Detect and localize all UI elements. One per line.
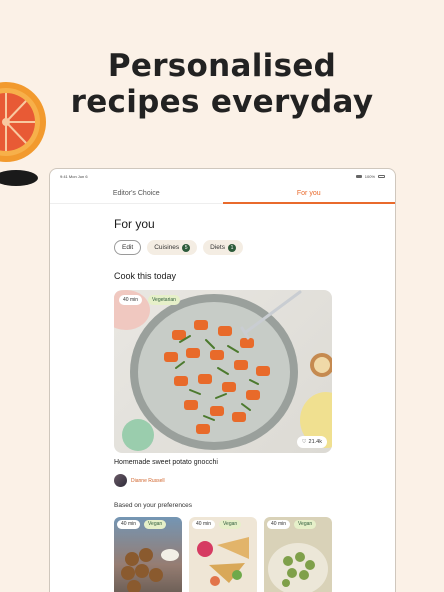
tab-bar: Editor's Choice For you: [50, 184, 395, 204]
time-tag: 40 min: [267, 520, 291, 529]
headline: Personalised recipes everyday: [0, 48, 444, 120]
active-tab-indicator: [223, 202, 395, 204]
grapefruit-illustration: [0, 82, 46, 186]
cook-today-title: Cook this today: [114, 271, 177, 281]
recipe-author[interactable]: Dianne Russell: [114, 474, 334, 487]
status-time: 9:41 Mon Jun 6: [60, 174, 88, 179]
battery-percent: 100%: [364, 174, 375, 179]
like-button[interactable]: ♡ 21.4k: [296, 436, 327, 448]
time-tag: 40 min: [119, 295, 143, 305]
preference-card[interactable]: 40 min Vegan: [189, 517, 257, 592]
preference-card[interactable]: 40 min Vegan: [264, 517, 332, 592]
diet-tag: Vegetarian: [148, 295, 180, 305]
likes-count: 21.4k: [308, 439, 322, 445]
signal-icon: [355, 175, 362, 178]
time-tag: 40 min: [117, 520, 141, 529]
diets-chip[interactable]: Diets 1: [203, 240, 243, 255]
battery-icon: [378, 175, 385, 178]
headline-line-2: recipes everyday: [70, 84, 374, 120]
filter-chips: Edit Cuisines 5 Diets 1: [114, 240, 334, 255]
avatar: [114, 474, 127, 487]
diets-label: Diets: [210, 244, 225, 251]
for-you-content: For you Edit Cuisines 5 Diets 1 Cook thi…: [114, 217, 334, 592]
recipe-photo: [114, 290, 332, 451]
featured-recipe-card[interactable]: 40 min Vegetarian ♡ 21.4k: [114, 290, 332, 453]
tab-editors-choice[interactable]: Editor's Choice: [50, 184, 223, 203]
diet-tag: Vegan: [219, 520, 242, 529]
heart-icon: ♡: [301, 439, 307, 445]
headline-line-1: Personalised: [107, 48, 337, 84]
diets-count-badge: 1: [227, 243, 236, 252]
author-name: Dianne Russell: [131, 477, 165, 484]
preference-card[interactable]: 40 min Vegan: [114, 517, 182, 592]
preferences-title: Based on your preferences: [114, 502, 193, 509]
page-title: For you: [114, 217, 155, 231]
status-bar: 9:41 Mon Jun 6 100%: [50, 169, 395, 184]
edit-chip[interactable]: Edit: [114, 240, 142, 255]
time-tag: 40 min: [192, 520, 216, 529]
diet-tag: Vegan: [294, 520, 317, 529]
diet-tag: Vegan: [144, 520, 167, 529]
preferences-carousel: 40 min Vegan 40 min Vegan 40 min Vegan: [114, 517, 334, 592]
cuisines-label: Cuisines: [154, 244, 180, 251]
tablet-frame: 9:41 Mon Jun 6 100% Editor's Choice For …: [49, 168, 396, 592]
cuisines-count-badge: 5: [182, 243, 191, 252]
cuisines-chip[interactable]: Cuisines 5: [147, 240, 198, 255]
tab-for-you[interactable]: For you: [223, 184, 396, 203]
recipe-title[interactable]: Homemade sweet potato gnocchi: [114, 459, 334, 466]
